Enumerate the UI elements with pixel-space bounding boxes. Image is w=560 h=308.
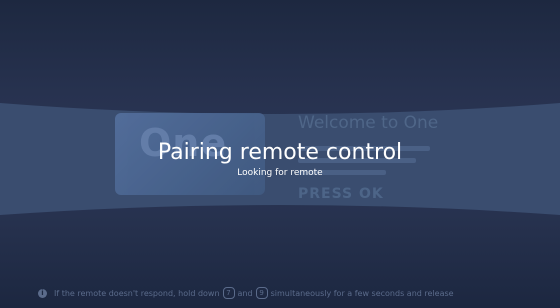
help-text-before: If the remote doesn't respond, hold down xyxy=(54,288,220,298)
key-9-badge: 9 xyxy=(255,287,268,299)
help-footer: i If the remote doesn't respond, hold do… xyxy=(38,287,454,299)
pairing-title: Pairing remote control xyxy=(157,140,403,165)
background-welcome-title: Welcome to One xyxy=(298,113,439,133)
help-text-and: and xyxy=(237,288,253,298)
pairing-screen: One Welcome to One PRESS OK Pairing remo… xyxy=(0,0,560,308)
info-icon: i xyxy=(38,288,47,298)
pairing-status: Looking for remote xyxy=(237,168,323,178)
background-press-ok: PRESS OK xyxy=(298,186,384,202)
help-text-after: simultaneously for a few seconds and rel… xyxy=(270,288,454,298)
key-7-badge: 7 xyxy=(222,287,235,299)
